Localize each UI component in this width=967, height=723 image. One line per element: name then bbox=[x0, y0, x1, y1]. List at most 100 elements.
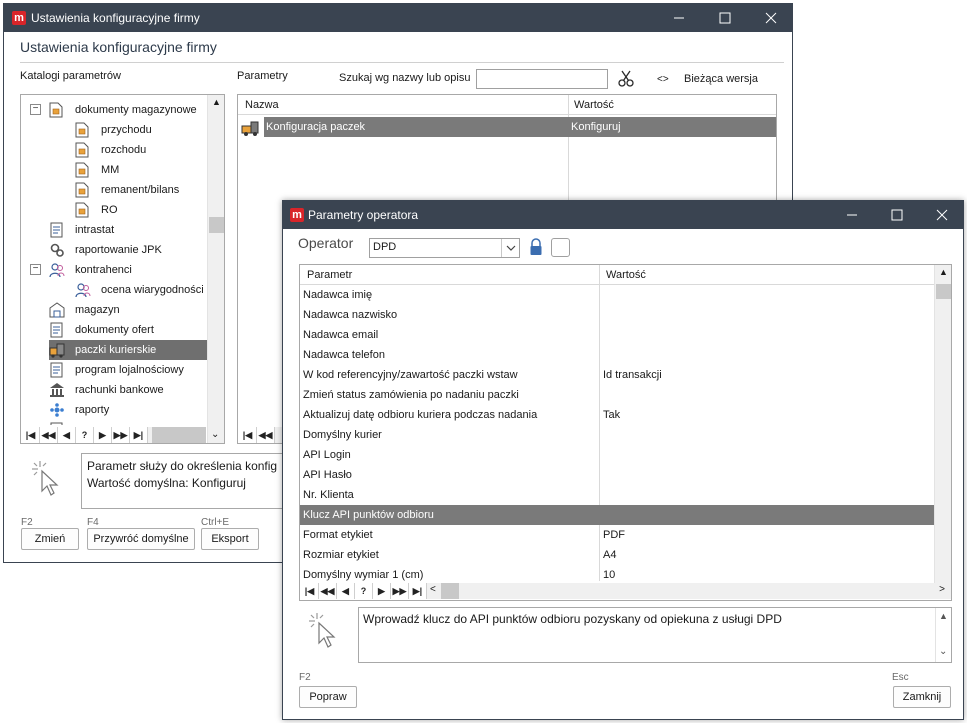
column-value-header[interactable]: Wartość bbox=[574, 95, 614, 115]
param-name-cell: API Hasło bbox=[303, 469, 352, 481]
table-row[interactable]: Domyślny kurier bbox=[300, 425, 934, 445]
tree-item-label: program lojalnościowy bbox=[75, 364, 184, 376]
close-button[interactable] bbox=[748, 4, 794, 32]
export-button[interactable]: Eksport bbox=[201, 528, 259, 550]
change-button[interactable]: Zmień bbox=[21, 528, 79, 550]
collapse-toggle[interactable]: − bbox=[30, 104, 41, 115]
table-row[interactable]: Nadawca imię bbox=[300, 285, 934, 305]
table-row[interactable]: Nadawca telefon bbox=[300, 345, 934, 365]
tree-item-label: RO bbox=[101, 204, 118, 216]
param-name-cell: Nadawca nazwisko bbox=[303, 309, 398, 321]
nav-button[interactable]: |◀ bbox=[239, 427, 257, 443]
lock-button[interactable] bbox=[529, 238, 545, 258]
tree-item[interactable]: raporty bbox=[49, 400, 207, 420]
tree-item[interactable]: dokumenty ofert bbox=[49, 320, 207, 340]
scroll-up-arrow[interactable]: ▲ bbox=[939, 611, 948, 621]
maximize-button[interactable] bbox=[702, 4, 748, 32]
tree-scroll-thumb[interactable] bbox=[209, 217, 224, 233]
search-input[interactable] bbox=[476, 69, 608, 89]
column-param-header[interactable]: Parametr bbox=[307, 265, 352, 285]
table-row[interactable]: Nadawca email bbox=[300, 325, 934, 345]
version-label: Bieżąca wersja bbox=[684, 73, 758, 85]
tree-item[interactable]: przychodu bbox=[75, 120, 207, 140]
tree-item[interactable]: ocena wiarygodności bbox=[75, 280, 207, 300]
table-row[interactable]: W kod referencyjny/zawartość paczki wsta… bbox=[300, 365, 934, 385]
table-row[interactable]: Aktualizuj datę odbioru kuriera podczas … bbox=[300, 405, 934, 425]
nav-button[interactable]: ? bbox=[355, 583, 373, 599]
tree-item-label: remanent/bilans bbox=[101, 184, 180, 196]
tree-item[interactable]: rozchodu bbox=[75, 140, 207, 160]
clear-search-button[interactable] bbox=[617, 70, 637, 90]
table-row[interactable]: Klucz API punktów odbioru bbox=[300, 505, 934, 525]
nav-button[interactable]: ◀◀ bbox=[319, 583, 337, 599]
nav-button[interactable]: ◀ bbox=[58, 427, 76, 443]
tree-item[interactable]: magazyn bbox=[49, 300, 207, 320]
tree-item[interactable]: kontrahenci bbox=[49, 260, 207, 280]
tree-item[interactable]: dokumenty magazynowe bbox=[49, 100, 207, 120]
operator-grid-header: Parametr Wartość bbox=[300, 265, 934, 285]
operator-grid-scrollbar[interactable]: ▲ bbox=[934, 265, 951, 583]
main-window-title: Ustawienia konfiguracyjne firmy bbox=[31, 11, 200, 25]
scroll-down-arrow[interactable]: ⌄ bbox=[939, 646, 947, 657]
collapse-toggle[interactable]: − bbox=[30, 264, 41, 275]
minimize-button[interactable] bbox=[829, 201, 875, 229]
tree-item[interactable]: intrastat bbox=[49, 220, 207, 240]
nav-button[interactable]: ▶▶ bbox=[112, 427, 130, 443]
operator-scroll-thumb[interactable] bbox=[936, 284, 951, 299]
horizontal-scroll-thumb[interactable] bbox=[441, 583, 459, 599]
close-dialog-button[interactable]: Zamknij bbox=[893, 686, 951, 708]
version-arrows-button[interactable]: <> bbox=[657, 74, 669, 85]
minimize-button[interactable] bbox=[656, 4, 702, 32]
nav-button[interactable]: |◀ bbox=[22, 427, 40, 443]
operator-description-text: Wprowadź klucz do API punktów odbioru po… bbox=[363, 612, 782, 626]
nav-button[interactable]: ▶| bbox=[130, 427, 148, 443]
nav-button[interactable]: ▶ bbox=[373, 583, 391, 599]
edit-button[interactable]: Popraw bbox=[299, 686, 357, 708]
column-value-header[interactable]: Wartość bbox=[606, 265, 646, 285]
scroll-up-arrow[interactable]: ▲ bbox=[939, 267, 948, 277]
param-name-cell: W kod referencyjny/zawartość paczki wsta… bbox=[303, 369, 518, 381]
tree-item[interactable]: rachunki bankowe bbox=[49, 380, 207, 400]
scroll-down-arrow[interactable]: ⌄ bbox=[211, 429, 219, 440]
tree-item[interactable]: paczki kurierskie bbox=[49, 340, 207, 360]
table-row[interactable]: Zmień status zamówienia po nadaniu paczk… bbox=[300, 385, 934, 405]
nav-button[interactable]: ◀◀ bbox=[257, 427, 275, 443]
table-row[interactable]: Rozmiar etykiet A4 bbox=[300, 545, 934, 565]
tree-item[interactable]: sprzedaż detaliczna bbox=[49, 420, 207, 425]
close-button[interactable] bbox=[919, 201, 965, 229]
nav-button[interactable]: ◀ bbox=[337, 583, 355, 599]
tree-item[interactable]: remanent/bilans bbox=[75, 180, 207, 200]
tree-item[interactable]: program lojalnościowy bbox=[49, 360, 207, 380]
tree-scrollbar[interactable]: ▲ ⌄ bbox=[207, 95, 224, 443]
nav-button[interactable]: ◀◀ bbox=[40, 427, 58, 443]
operator-extra-button[interactable] bbox=[551, 238, 570, 257]
scroll-left-arrow[interactable]: < bbox=[430, 584, 436, 595]
column-name-header[interactable]: Nazwa bbox=[245, 95, 279, 115]
table-row[interactable]: Konfiguracja paczek Konfiguruj bbox=[238, 117, 776, 137]
nav-button[interactable]: |◀ bbox=[301, 583, 319, 599]
horizontal-scrollbar[interactable]: < > bbox=[427, 583, 951, 599]
table-row[interactable]: API Hasło bbox=[300, 465, 934, 485]
table-row[interactable]: Nadawca nazwisko bbox=[300, 305, 934, 325]
nav-button[interactable]: ▶▶ bbox=[391, 583, 409, 599]
description-scrollbar[interactable]: ▲ ⌄ bbox=[935, 608, 951, 662]
nav-button[interactable]: ▶ bbox=[94, 427, 112, 443]
horizontal-scroll-thumb[interactable] bbox=[152, 427, 206, 443]
nav-button[interactable]: ▶| bbox=[409, 583, 427, 599]
tree-item-label: MM bbox=[101, 164, 120, 176]
table-row[interactable]: Domyślny wymiar 1 (cm) 10 bbox=[300, 565, 934, 581]
nav-button[interactable]: ? bbox=[76, 427, 94, 443]
minimize-icon bbox=[674, 17, 684, 19]
tree-item[interactable]: MM bbox=[75, 160, 207, 180]
table-row[interactable]: Nr. Klienta bbox=[300, 485, 934, 505]
table-row[interactable]: Format etykiet PDF bbox=[300, 525, 934, 545]
param-value-cell: 10 bbox=[603, 569, 616, 581]
scroll-up-arrow[interactable]: ▲ bbox=[212, 97, 221, 107]
tree-item[interactable]: raportowanie JPK bbox=[49, 240, 207, 260]
restore-defaults-button[interactable]: Przywróć domyślne bbox=[87, 528, 195, 550]
maximize-button[interactable] bbox=[874, 201, 920, 229]
scroll-right-arrow[interactable]: > bbox=[939, 584, 945, 595]
table-row[interactable]: API Login bbox=[300, 445, 934, 465]
operator-select[interactable]: DPD bbox=[369, 238, 520, 258]
tree-item[interactable]: RO bbox=[75, 200, 207, 220]
